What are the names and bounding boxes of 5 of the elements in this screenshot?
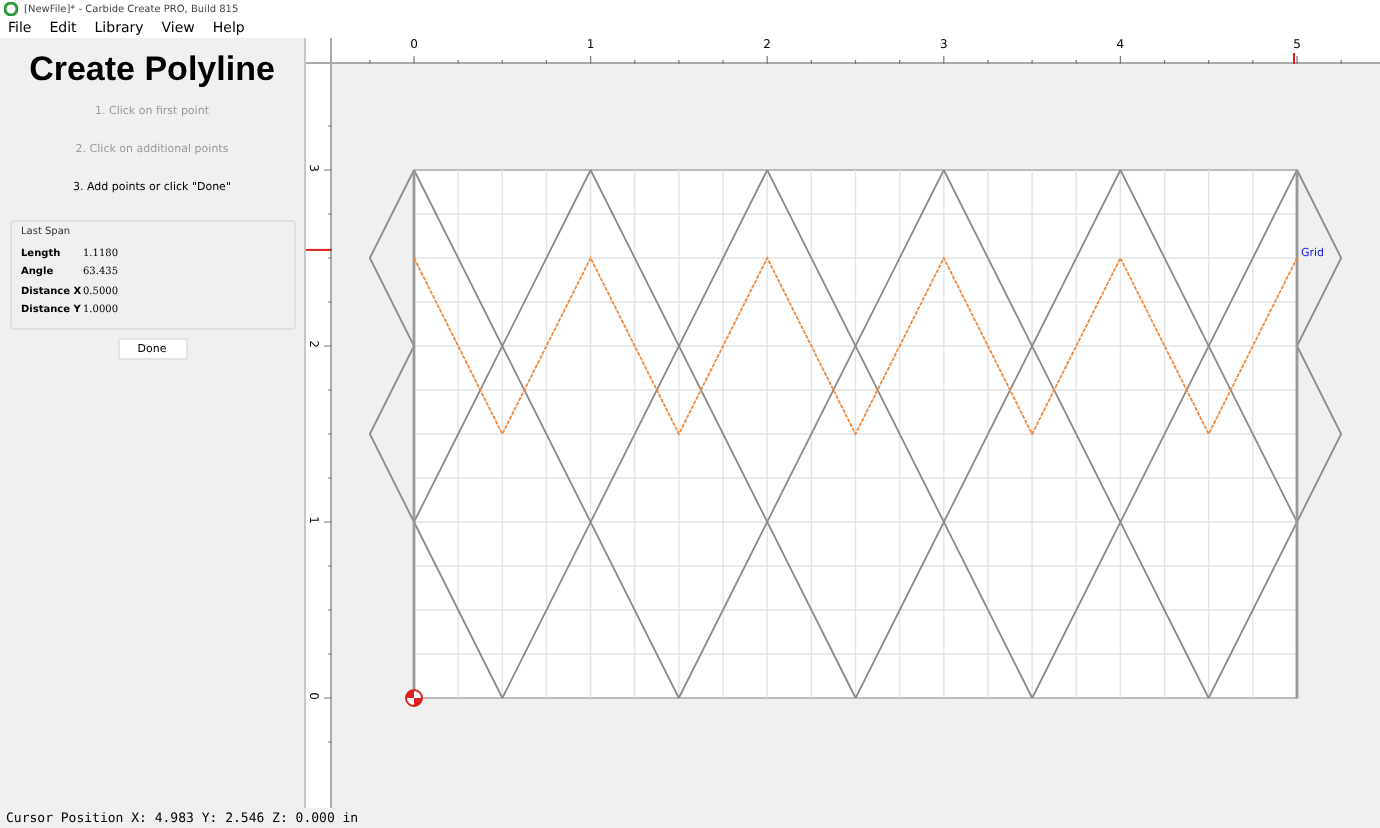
app-logo-icon bbox=[4, 2, 18, 16]
origin-icon bbox=[405, 689, 423, 707]
cursor-marker bbox=[306, 248, 332, 251]
cursor-marker bbox=[1293, 52, 1295, 64]
panel-title: Create Polyline bbox=[29, 50, 275, 90]
